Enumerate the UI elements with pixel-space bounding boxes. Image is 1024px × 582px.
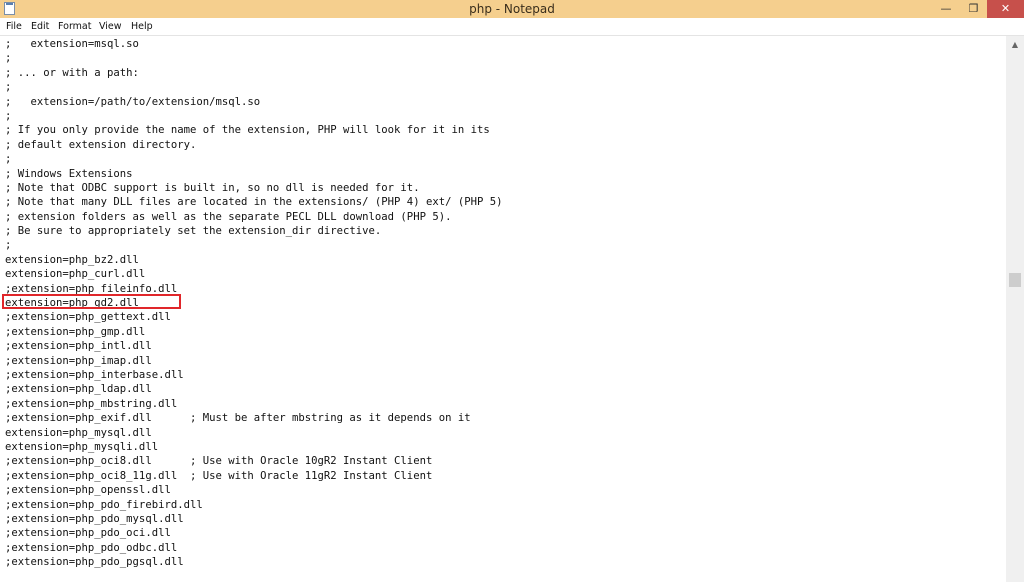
text-line: ; (5, 153, 12, 166)
text-line: ; If you only provide the name of the ex… (5, 124, 490, 137)
text-line: ; Note that many DLL files are located i… (5, 196, 503, 209)
text-editor[interactable]: ; extension=msql.so;; ... or with a path… (0, 36, 1006, 582)
text-line: ;extension=php_pdo_pgsql.dll (5, 556, 184, 569)
text-line: ; default extension directory. (5, 138, 197, 151)
menu-file[interactable]: File (6, 18, 22, 35)
text-line: ;extension=php_openssl.dll (5, 484, 171, 497)
close-button[interactable]: ✕ (987, 0, 1024, 18)
menu-edit[interactable]: Edit (31, 18, 49, 35)
text-line: ; Windows Extensions (5, 167, 133, 180)
text-line: ; Be sure to appropriately set the exten… (5, 225, 382, 238)
text-line: extension=php_mysql.dll (5, 426, 152, 439)
text-line: ;extension=php_pdo_firebird.dll (5, 498, 203, 511)
text-line: ; ... or with a path: (5, 66, 139, 79)
maximize-button[interactable]: ❐ (960, 0, 987, 18)
text-line: ;extension=php_pdo_mysql.dll (5, 512, 184, 525)
text-line: ; (5, 81, 12, 94)
text-line: ; (5, 239, 12, 252)
highlight-box (2, 294, 181, 309)
scroll-thumb[interactable] (1009, 273, 1021, 287)
text-line: ;extension=php_gettext.dll (5, 311, 171, 324)
close-icon: ✕ (1000, 2, 1011, 15)
text-line: ; extension=/path/to/extension/msql.so (5, 95, 261, 108)
text-line: ;extension=php_oci8.dll ; Use with Oracl… (5, 455, 433, 468)
window-title: php - Notepad (469, 2, 555, 16)
scroll-up-button[interactable]: ▲ (1006, 36, 1024, 53)
text-line: ;extension=php_intl.dll (5, 340, 152, 353)
menu-bar: File Edit Format View Help (0, 18, 1024, 36)
text-line: ;extension=php_pdo_oci.dll (5, 527, 171, 540)
text-line: ;extension=php_imap.dll (5, 354, 152, 367)
menu-view[interactable]: View (99, 18, 122, 35)
vertical-scrollbar[interactable]: ▲ (1006, 36, 1024, 582)
text-line: ; extension=msql.so (5, 38, 139, 50)
minimize-icon: — (940, 2, 952, 15)
minimize-button[interactable]: — (932, 0, 960, 18)
text-line: ;extension=php_pdo_odbc.dll (5, 541, 178, 554)
arrow-up-icon: ▲ (1011, 40, 1019, 49)
text-line: ;extension=php_interbase.dll (5, 368, 184, 381)
text-line: extension=php_bz2.dll (5, 253, 139, 266)
title-bar[interactable]: php - Notepad — ❐ ✕ (0, 0, 1024, 18)
text-line: ; Note that ODBC support is built in, so… (5, 181, 420, 194)
text-line: extension=php_mysqli.dll (5, 440, 159, 453)
text-line: ; (5, 109, 12, 122)
text-line: ; extension folders as well as the separ… (5, 210, 452, 223)
text-line: ; (5, 52, 12, 65)
text-line: extension=php_curl.dll (5, 268, 146, 281)
text-line: ;extension=php_gmp.dll (5, 325, 146, 338)
text-line: ;extension=php_oci8_11g.dll ; Use with O… (5, 469, 433, 482)
menu-format[interactable]: Format (58, 18, 91, 35)
restore-icon: ❐ (968, 2, 979, 15)
menu-help[interactable]: Help (131, 18, 153, 35)
text-line: ;extension=php_mbstring.dll (5, 397, 178, 410)
text-line: ;extension=php_exif.dll ; Must be after … (5, 412, 471, 425)
text-line: ;extension=php_ldap.dll (5, 383, 152, 396)
